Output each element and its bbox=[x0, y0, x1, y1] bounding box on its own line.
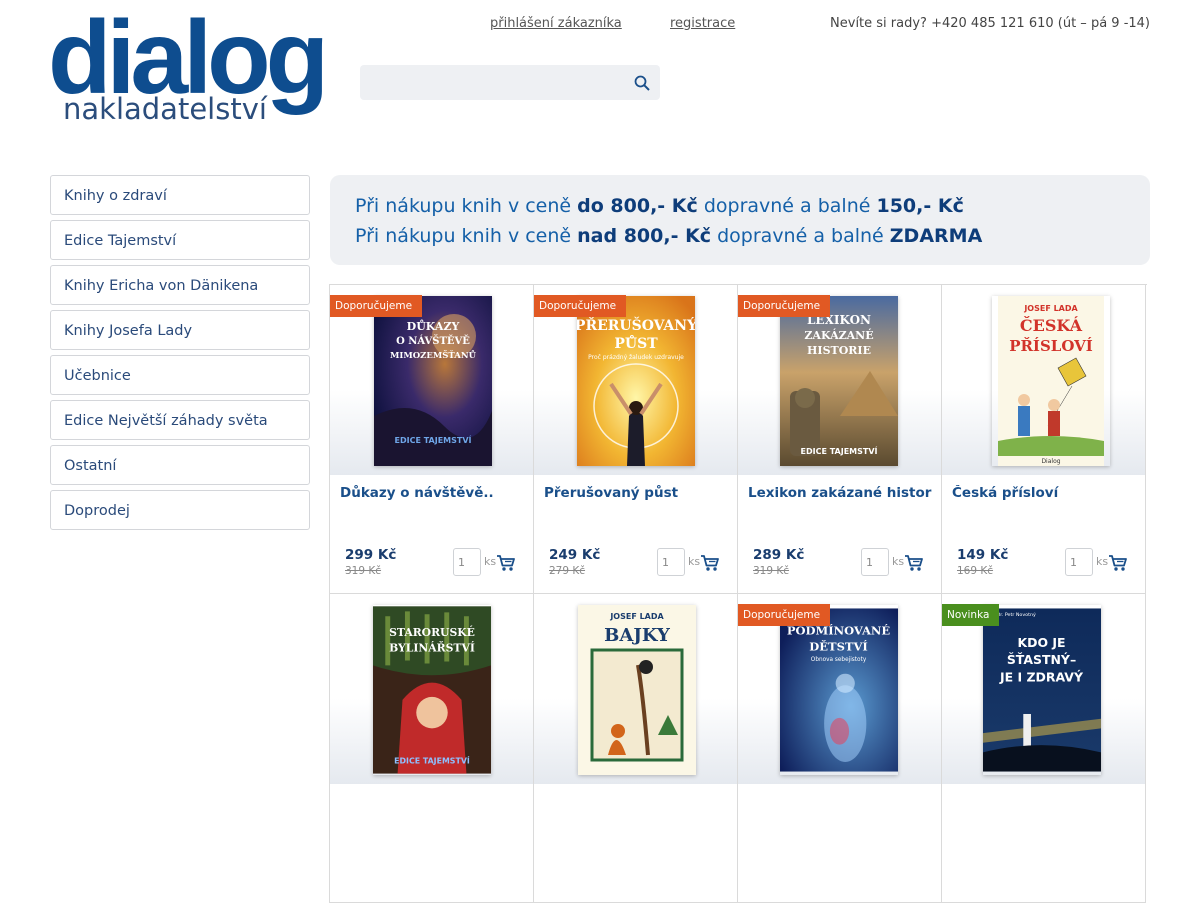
quantity-unit: ks bbox=[1096, 555, 1109, 568]
product-card[interactable]: LEXIKON ZAKÁZANÉ HISTORIE EDICE TAJEMSTV… bbox=[738, 285, 942, 594]
sidebar-item-daniken-books[interactable]: Knihy Ericha von Dänikena bbox=[50, 265, 310, 305]
svg-text:HISTORIE: HISTORIE bbox=[807, 344, 871, 357]
product-price: 299 Kč bbox=[345, 547, 397, 563]
product-title[interactable]: Přerušovaný půst bbox=[544, 485, 728, 502]
product-price: 249 Kč bbox=[549, 547, 601, 563]
quantity-unit: ks bbox=[484, 555, 497, 568]
product-old-price: 169 Kč bbox=[957, 565, 994, 577]
svg-text:PŘÍSLOVÍ: PŘÍSLOVÍ bbox=[1009, 337, 1093, 355]
product-card[interactable]: JOSEF LADA BAJKY bbox=[534, 594, 738, 903]
sidebar-item-greatest-mysteries[interactable]: Edice Největší záhady světa bbox=[50, 400, 310, 440]
svg-text:EDICE TAJEMSTVÍ: EDICE TAJEMSTVÍ bbox=[394, 434, 471, 445]
svg-text:EDICE TAJEMSTVÍ: EDICE TAJEMSTVÍ bbox=[800, 445, 877, 456]
book-cover-image[interactable]: JOSEF LADA ČESKÁ PŘÍSLOVÍ Dialog bbox=[992, 296, 1110, 466]
shipping-banner: Při nákupu knih v ceně do 800,- Kč dopra… bbox=[330, 175, 1150, 265]
svg-text:STARORUSKÉ: STARORUSKÉ bbox=[389, 625, 475, 639]
sidebar-item-sale[interactable]: Doprodej bbox=[50, 490, 310, 530]
svg-text:Proč prázdný žaludek uzdravuje: Proč prázdný žaludek uzdravuje bbox=[588, 354, 684, 361]
svg-text:DĚTSTVÍ: DĚTSTVÍ bbox=[809, 640, 867, 654]
svg-text:JOSEF LADA: JOSEF LADA bbox=[1023, 304, 1078, 313]
product-price: 289 Kč bbox=[753, 547, 805, 563]
add-to-cart-icon[interactable] bbox=[496, 554, 516, 572]
product-card[interactable]: STARORUSKÉ BYLINÁŘSTVÍ EDICE TAJEMSTVÍ bbox=[330, 594, 534, 903]
new-badge: Novinka bbox=[942, 604, 1000, 626]
svg-text:MIMOZEMŠŤANŮ: MIMOZEMŠŤANŮ bbox=[390, 349, 477, 361]
svg-text:Obnova sebejistoty: Obnova sebejistoty bbox=[811, 657, 867, 663]
quantity-unit: ks bbox=[688, 555, 701, 568]
sidebar-item-health-books[interactable]: Knihy o zdraví bbox=[50, 175, 310, 215]
product-title[interactable]: Lexikon zakázané historie bbox=[748, 485, 932, 502]
sidebar-item-edice-tajemstvi[interactable]: Edice Tajemství bbox=[50, 220, 310, 260]
svg-text:PŘERUŠOVANÝ: PŘERUŠOVANÝ bbox=[577, 316, 695, 334]
product-grid: DŮKAZY O NÁVŠTĚVĚ MIMOZEMŠŤANŮ EDICE TAJ… bbox=[329, 284, 1147, 903]
product-card[interactable]: DŮKAZY O NÁVŠTĚVĚ MIMOZEMŠŤANŮ EDICE TAJ… bbox=[330, 285, 534, 594]
book-cover-image[interactable]: PŘERUŠOVANÝ PŮST Proč prázdný žaludek uz… bbox=[577, 296, 695, 466]
product-card[interactable]: PŘERUŠOVANÝ PŮST Proč prázdný žaludek uz… bbox=[534, 285, 738, 594]
sidebar-item-textbooks[interactable]: Učebnice bbox=[50, 355, 310, 395]
add-to-cart-icon[interactable] bbox=[904, 554, 924, 572]
recommended-badge: Doporučujeme bbox=[330, 295, 423, 317]
product-title[interactable]: Česká přísloví bbox=[952, 485, 1136, 502]
logo[interactable]: dialog nakladatelství bbox=[48, 6, 329, 129]
quantity-input[interactable] bbox=[657, 548, 685, 576]
svg-text:ZAKÁZANÉ: ZAKÁZANÉ bbox=[804, 328, 873, 342]
book-cover-image[interactable]: JOSEF LADA BAJKY bbox=[578, 605, 696, 775]
product-card[interactable]: PODMÍNOVANÉ DĚTSTVÍ Obnova sebejistoty D… bbox=[738, 594, 942, 903]
shipping-line-over-800: Při nákupu knih v ceně nad 800,- Kč dopr… bbox=[355, 225, 983, 247]
product-old-price: 279 Kč bbox=[549, 565, 586, 577]
category-sidebar: Knihy o zdraví Edice Tajemství Knihy Eri… bbox=[50, 175, 310, 535]
svg-text:JOSEF LADA: JOSEF LADA bbox=[609, 612, 664, 621]
book-cover-image[interactable]: LEXIKON ZAKÁZANÉ HISTORIE EDICE TAJEMSTV… bbox=[780, 296, 898, 466]
recommended-badge: Doporučujeme bbox=[534, 295, 627, 317]
svg-text:ČESKÁ: ČESKÁ bbox=[1020, 315, 1083, 335]
book-cover-image[interactable]: STARORUSKÉ BYLINÁŘSTVÍ EDICE TAJEMSTVÍ bbox=[373, 605, 491, 775]
add-to-cart-icon[interactable] bbox=[1108, 554, 1128, 572]
book-cover-image[interactable]: DŮKAZY O NÁVŠTĚVĚ MIMOZEMŠŤANŮ EDICE TAJ… bbox=[374, 296, 492, 466]
product-old-price: 319 Kč bbox=[753, 565, 790, 577]
shipping-line-under-800: Při nákupu knih v ceně do 800,- Kč dopra… bbox=[355, 195, 964, 217]
product-old-price: 319 Kč bbox=[345, 565, 382, 577]
search-input[interactable] bbox=[366, 65, 630, 100]
add-to-cart-icon[interactable] bbox=[700, 554, 720, 572]
svg-text:PŮST: PŮST bbox=[614, 334, 658, 352]
svg-text:ŠŤASTNÝ–: ŠŤASTNÝ– bbox=[1007, 652, 1076, 667]
recommended-badge: Doporučujeme bbox=[738, 295, 831, 317]
svg-text:BAJKY: BAJKY bbox=[604, 625, 671, 646]
sidebar-item-lada-books[interactable]: Knihy Josefa Lady bbox=[50, 310, 310, 350]
product-card[interactable]: JOSEF LADA ČESKÁ PŘÍSLOVÍ Dialog Česká p… bbox=[942, 285, 1146, 594]
svg-text:Dialog: Dialog bbox=[1041, 458, 1060, 465]
svg-text:KDO JE: KDO JE bbox=[1017, 635, 1065, 650]
contact-info: Nevíte si rady? +420 485 121 610 (út – p… bbox=[830, 16, 1150, 31]
customer-login-link[interactable]: přihlášení zákazníka bbox=[490, 16, 622, 31]
search-icon[interactable] bbox=[633, 74, 651, 92]
svg-text:BYLINÁŘSTVÍ: BYLINÁŘSTVÍ bbox=[389, 641, 475, 655]
quantity-unit: ks bbox=[892, 555, 905, 568]
svg-text:EDICE TAJEMSTVÍ: EDICE TAJEMSTVÍ bbox=[394, 755, 470, 766]
svg-text:JE I ZDRAVÝ: JE I ZDRAVÝ bbox=[999, 669, 1084, 684]
register-link[interactable]: registrace bbox=[670, 16, 735, 31]
book-cover-image[interactable]: PhDr. Petr Novotný KDO JE ŠŤASTNÝ– JE I … bbox=[983, 605, 1101, 775]
recommended-badge: Doporučujeme bbox=[738, 604, 831, 626]
quantity-input[interactable] bbox=[453, 548, 481, 576]
product-card[interactable]: PhDr. Petr Novotný KDO JE ŠŤASTNÝ– JE I … bbox=[942, 594, 1146, 903]
search-box bbox=[360, 65, 660, 100]
quantity-input[interactable] bbox=[861, 548, 889, 576]
svg-text:DŮKAZY: DŮKAZY bbox=[407, 319, 460, 333]
sidebar-item-other[interactable]: Ostatní bbox=[50, 445, 310, 485]
product-title[interactable]: Důkazy o návštěvě.. bbox=[340, 485, 524, 502]
book-cover-image[interactable]: PODMÍNOVANÉ DĚTSTVÍ Obnova sebejistoty bbox=[780, 605, 898, 775]
quantity-input[interactable] bbox=[1065, 548, 1093, 576]
logo-subtitle: nakladatelství bbox=[63, 92, 267, 126]
product-price: 149 Kč bbox=[957, 547, 1009, 563]
svg-text:O NÁVŠTĚVĚ: O NÁVŠTĚVĚ bbox=[396, 335, 470, 347]
